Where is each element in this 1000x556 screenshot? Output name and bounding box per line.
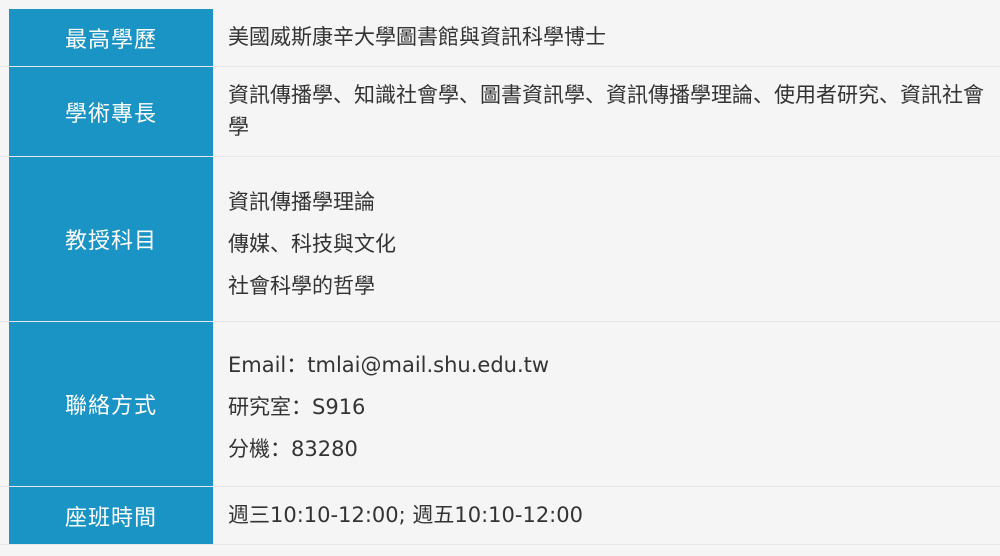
- label-education: 最高學歷: [9, 9, 213, 66]
- value-contact: Email：tmlai@mail.shu.edu.tw 研究室：S916 分機：…: [228, 322, 994, 508]
- office-hours-text: 週三10:10-12:00; 週五10:10-12:00: [228, 503, 583, 527]
- row-office-hours: 座班時間 週三10:10-12:00; 週五10:10-12:00: [0, 487, 1000, 545]
- course-item: 資訊傳播學理論: [228, 190, 375, 214]
- row-contact: 聯絡方式 Email：tmlai@mail.shu.edu.tw 研究室：S91…: [0, 322, 1000, 487]
- faculty-profile-table: 最高學歷 美國威斯康辛大學圖書館與資訊科學博士 學術專長 資訊傳播學、知識社會學…: [0, 0, 1000, 553]
- contact-office: 研究室：S916: [228, 395, 366, 419]
- value-expertise: 資訊傳播學、知識社會學、圖書資訊學、資訊傳播學理論、使用者研究、資訊社會學: [228, 67, 994, 168]
- row-courses: 教授科目 資訊傳播學理論 傳媒、科技與文化 社會科學的哲學: [0, 157, 1000, 322]
- value-office-hours: 週三10:10-12:00; 週五10:10-12:00: [228, 487, 994, 556]
- contact-extension: 分機：83280: [228, 437, 358, 461]
- label-contact: 聯絡方式: [9, 322, 213, 486]
- course-item: 傳媒、科技與文化: [228, 232, 396, 256]
- label-expertise: 學術專長: [9, 67, 213, 156]
- row-education: 最高學歷 美國威斯康辛大學圖書館與資訊科學博士: [0, 9, 1000, 67]
- value-courses: 資訊傳播學理論 傳媒、科技與文化 社會科學的哲學: [228, 157, 994, 345]
- row-expertise: 學術專長 資訊傳播學、知識社會學、圖書資訊學、資訊傳播學理論、使用者研究、資訊社…: [0, 67, 1000, 157]
- education-text: 美國威斯康辛大學圖書館與資訊科學博士: [228, 25, 606, 49]
- course-item: 社會科學的哲學: [228, 274, 375, 298]
- label-courses: 教授科目: [9, 157, 213, 321]
- contact-email[interactable]: Email：tmlai@mail.shu.edu.tw: [228, 344, 994, 386]
- expertise-text: 資訊傳播學、知識社會學、圖書資訊學、資訊傳播學理論、使用者研究、資訊社會學: [228, 83, 984, 139]
- label-office-hours: 座班時間: [9, 487, 213, 544]
